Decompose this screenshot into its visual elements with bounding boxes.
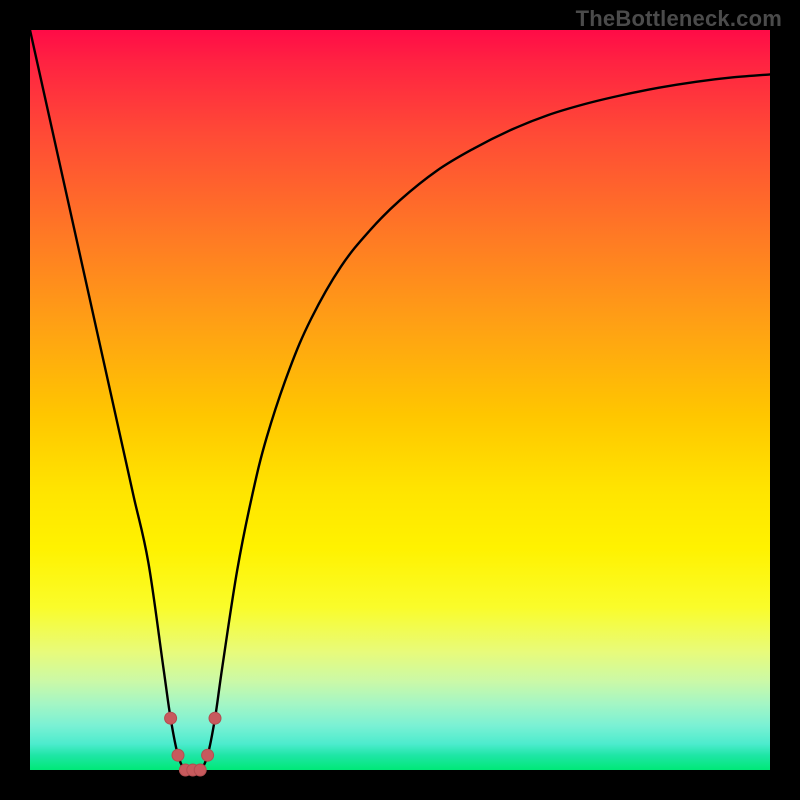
curve-marker [165,712,177,724]
curve-marker [209,712,221,724]
curve-marker [172,749,184,761]
curve-layer [30,30,770,770]
watermark-text: TheBottleneck.com [576,6,782,32]
chart-frame: TheBottleneck.com [0,0,800,800]
plot-area [30,30,770,770]
curve-marker [202,749,214,761]
curve-marker [194,764,206,776]
bottleneck-curve [30,30,770,771]
curve-markers [165,712,221,776]
